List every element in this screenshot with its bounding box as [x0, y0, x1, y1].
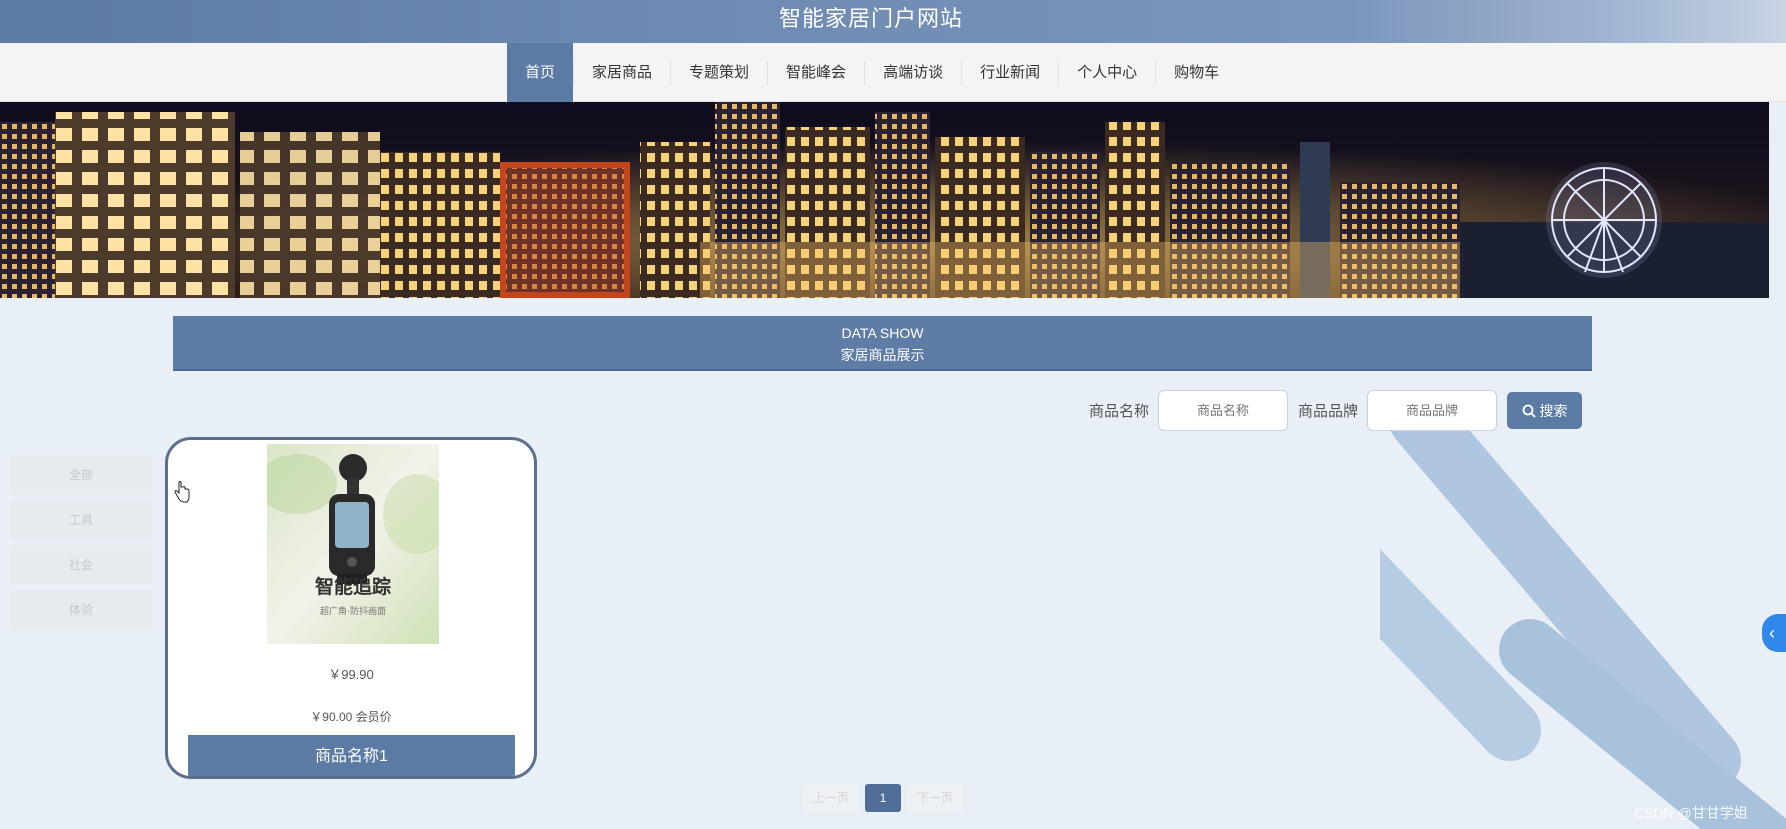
- nav-item-topics[interactable]: 专题策划: [671, 43, 767, 102]
- product-image-subcaption: 超广角·防抖画面: [320, 606, 386, 616]
- vip-price-label: 会员价: [355, 710, 392, 724]
- hand-cursor-icon: [174, 481, 190, 503]
- main-nav: 首页 家居商品 专题策划 智能峰会 高端访谈 行业新闻 个人中心 购物车: [0, 43, 1786, 102]
- search-button[interactable]: 搜索: [1507, 392, 1582, 429]
- category-item[interactable]: 工具: [10, 500, 152, 540]
- site-title: 智能家居门户网站: [778, 6, 963, 31]
- category-item[interactable]: 社会: [10, 545, 152, 585]
- search-icon: [1522, 404, 1536, 418]
- pagination: 上一页 1 下一页: [803, 784, 964, 812]
- category-menu: 全部 工具 社会 体验: [10, 455, 155, 635]
- product-brand-label: 商品品牌: [1298, 403, 1359, 420]
- hero-banner: [0, 102, 1769, 298]
- search-button-label: 搜索: [1539, 402, 1568, 419]
- product-image[interactable]: 智能追踪 超广角·防抖画面: [257, 444, 451, 644]
- csdn-watermark: CSDN @甘甘学姐: [1634, 805, 1748, 821]
- category-item[interactable]: 体验: [10, 590, 152, 630]
- product-name[interactable]: 商品名称1: [188, 735, 515, 776]
- decorative-stripes: [1380, 400, 1786, 829]
- nav-item-summit[interactable]: 智能峰会: [768, 43, 864, 102]
- product-brand-input[interactable]: [1367, 390, 1497, 431]
- prev-page-button[interactable]: 上一页: [803, 784, 860, 812]
- page-number-button[interactable]: 1: [865, 784, 902, 812]
- city-night-image: [0, 102, 1769, 298]
- nav-item-products[interactable]: 家居商品: [574, 43, 670, 102]
- side-panel-toggle[interactable]: ‹: [1762, 614, 1786, 652]
- product-price: ￥99.90: [328, 667, 374, 682]
- nav-item-news[interactable]: 行业新闻: [962, 43, 1058, 102]
- nav-item-home[interactable]: 首页: [507, 43, 574, 102]
- next-page-button[interactable]: 下一页: [907, 784, 964, 812]
- section-header: DATA SHOW 家居商品展示: [173, 316, 1592, 371]
- page: 智能家居门户网站 首页 家居商品 专题策划 智能峰会 高端访谈 行业新闻 个人中…: [0, 0, 1786, 829]
- product-name-input[interactable]: [1158, 390, 1288, 431]
- product-name-label: 商品名称: [1089, 403, 1150, 420]
- category-item[interactable]: 全部: [10, 455, 152, 495]
- chevron-left-icon: ‹: [1769, 622, 1775, 643]
- product-image-caption: 智能追踪: [314, 577, 391, 598]
- nav-item-profile[interactable]: 个人中心: [1059, 43, 1155, 102]
- nav-item-cart[interactable]: 购物车: [1156, 43, 1237, 102]
- nav-item-interviews[interactable]: 高端访谈: [865, 43, 961, 102]
- site-header: 智能家居门户网站: [0, 0, 1786, 43]
- section-title-en: DATA SHOW: [841, 325, 924, 341]
- vip-price-value: ￥90.00: [310, 710, 353, 724]
- product-vip-price: ￥90.00 会员价: [168, 708, 534, 725]
- product-card[interactable]: 智能追踪 超广角·防抖画面 ￥99.90 ￥90.00 会员价 商品名称1: [165, 437, 537, 779]
- section-title-cn: 家居商品展示: [840, 347, 925, 363]
